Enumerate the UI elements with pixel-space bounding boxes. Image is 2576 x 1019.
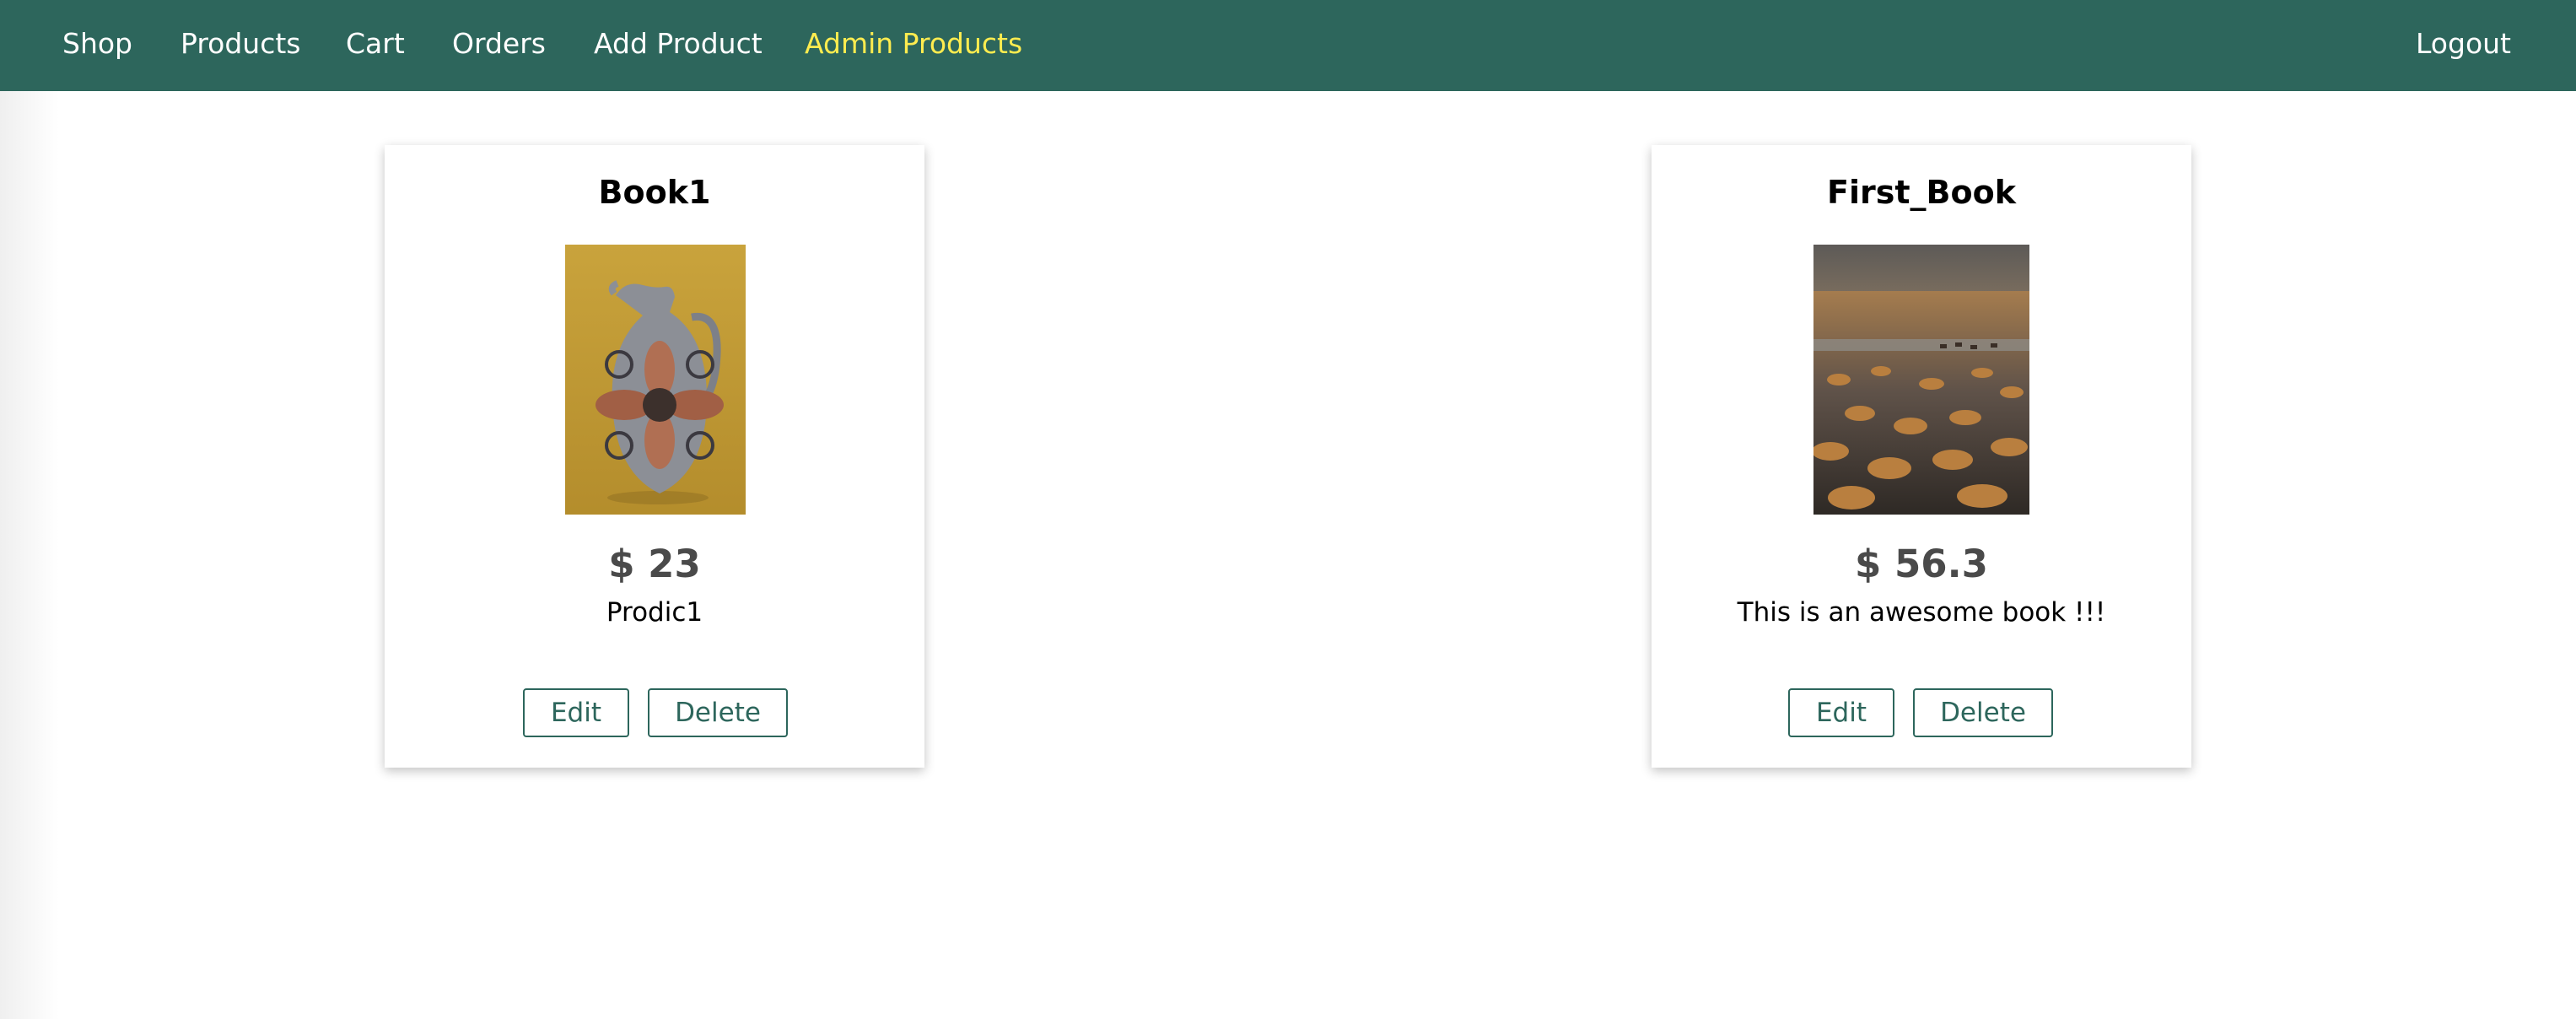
product-card: First_Book $ 56.3 This is an awesome boo…	[1652, 145, 2191, 768]
logout-link[interactable]: Logout	[2416, 0, 2511, 91]
nav-link-products[interactable]: Products	[181, 0, 301, 91]
nav-link-admin-products[interactable]: Admin Products	[805, 0, 1022, 91]
edit-button[interactable]: Edit	[1788, 688, 1894, 737]
product-image	[565, 245, 746, 515]
product-description: Prodic1	[606, 597, 703, 628]
edit-button[interactable]: Edit	[523, 688, 629, 737]
landscape-picture	[1813, 245, 2029, 515]
product-description: This is an awesome book !!!	[1737, 597, 2106, 628]
nav-link-shop[interactable]: Shop	[62, 0, 132, 91]
product-title: Book1	[598, 174, 711, 211]
vase-picture	[565, 245, 746, 515]
product-title: First_Book	[1827, 174, 2016, 211]
product-price: $ 23	[608, 542, 701, 586]
product-image	[1813, 245, 2029, 515]
nav-link-add-product[interactable]: Add Product	[594, 0, 763, 91]
delete-button[interactable]: Delete	[1913, 688, 2053, 737]
product-price: $ 56.3	[1854, 542, 1988, 586]
delete-button[interactable]: Delete	[648, 688, 788, 737]
page-side-shade	[0, 91, 59, 1019]
product-card: Book1 $ 23 Prodic1 Edit Delete	[385, 145, 924, 768]
nav-link-cart[interactable]: Cart	[346, 0, 405, 91]
main-navigation: Shop Products Cart Orders Add Product Ad…	[0, 0, 2576, 91]
nav-link-orders[interactable]: Orders	[452, 0, 546, 91]
